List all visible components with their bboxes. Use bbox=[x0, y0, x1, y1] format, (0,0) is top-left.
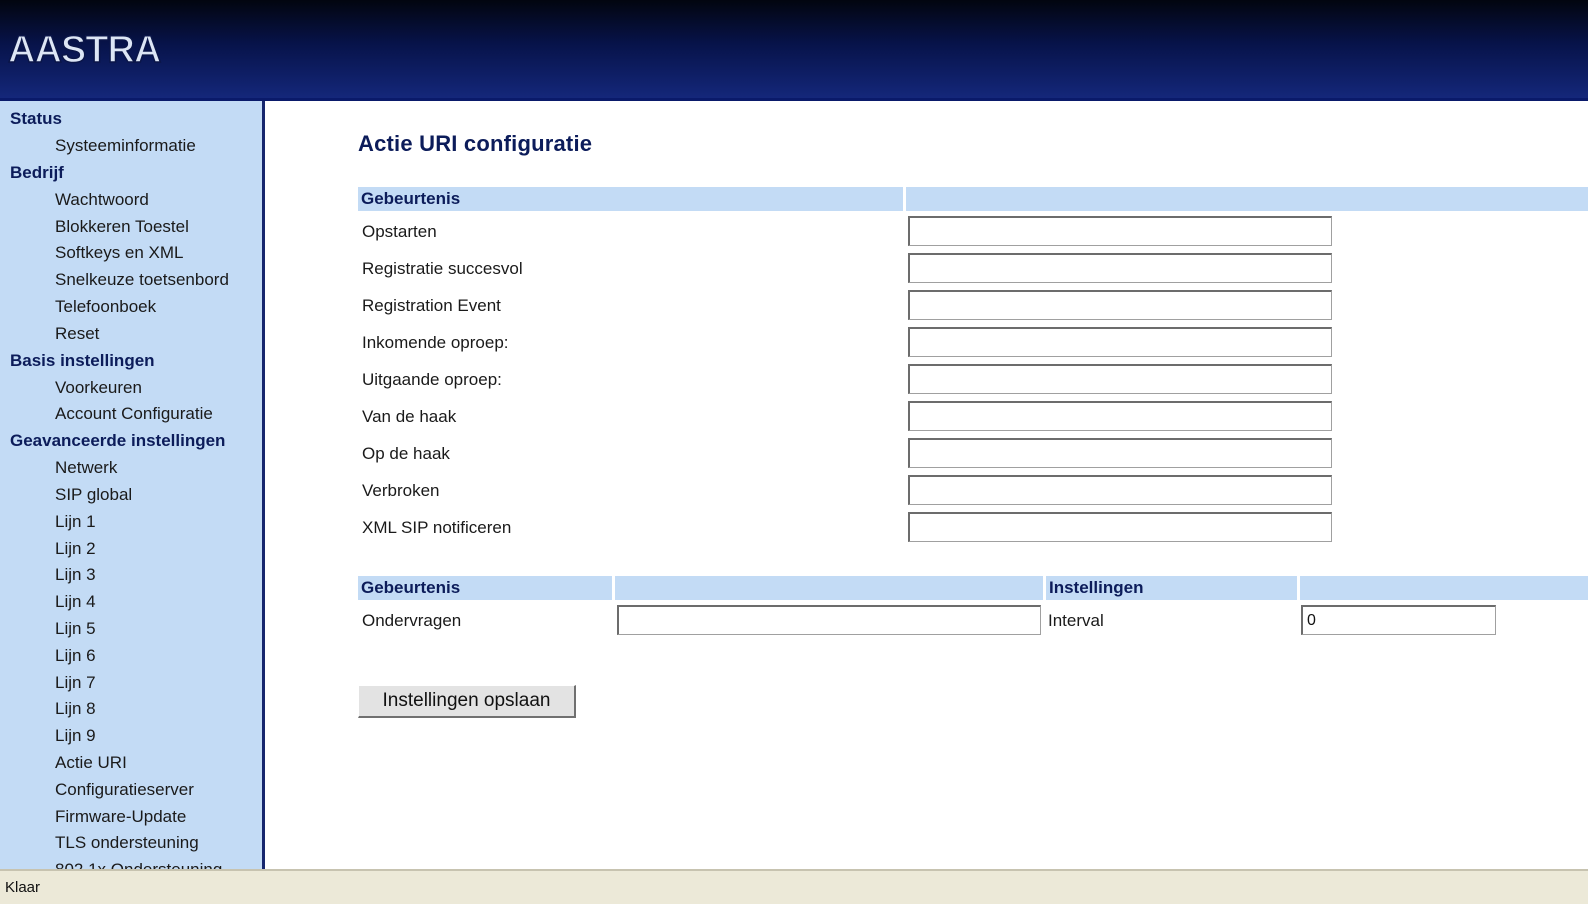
sidebar-item[interactable]: Firmware-Update bbox=[55, 807, 186, 827]
sidebar-item[interactable]: Blokkeren Toestel bbox=[55, 217, 189, 237]
event-row-label: Verbroken bbox=[362, 481, 440, 500]
event-uri-input[interactable] bbox=[908, 475, 1332, 505]
sidebar-item[interactable]: Lijn 5 bbox=[55, 619, 96, 639]
sidebar-item[interactable]: Lijn 1 bbox=[55, 512, 96, 532]
sidebar-item[interactable]: 802.1x Ondersteuning bbox=[55, 860, 222, 869]
events-header-label: Gebeurtenis bbox=[358, 187, 903, 211]
poll-uri-input[interactable] bbox=[617, 605, 1041, 635]
page-title: Actie URI configuratie bbox=[358, 131, 593, 156]
aastra-logo: AASTRA bbox=[7, 28, 162, 70]
sidebar-item[interactable]: Systeeminformatie bbox=[55, 136, 196, 156]
poll-header-event: Gebeurtenis bbox=[358, 576, 612, 600]
sidebar-item[interactable]: Configuratieserver bbox=[55, 780, 194, 800]
svg-text:AASTRA: AASTRA bbox=[8, 29, 161, 70]
event-uri-input[interactable] bbox=[908, 401, 1332, 431]
sidebar-item[interactable]: Account Configuratie bbox=[55, 404, 213, 424]
sidebar-item[interactable]: Wachtwoord bbox=[55, 190, 149, 210]
sidebar-item[interactable]: Lijn 6 bbox=[55, 646, 96, 666]
status-text: Klaar bbox=[5, 879, 41, 896]
sidebar-item[interactable]: Softkeys en XML bbox=[55, 243, 184, 263]
event-row-label: Uitgaande oproep: bbox=[362, 370, 502, 389]
event-uri-input[interactable] bbox=[908, 327, 1332, 357]
event-uri-input[interactable] bbox=[908, 216, 1332, 246]
sidebar-category: Status bbox=[10, 109, 62, 128]
sidebar-category: Geavanceerde instellingen bbox=[10, 431, 226, 451]
event-uri-input[interactable] bbox=[908, 512, 1332, 542]
interval-input[interactable] bbox=[1301, 605, 1496, 635]
event-row-label: XML SIP notificeren bbox=[362, 518, 512, 537]
events-header-value bbox=[906, 187, 1588, 211]
poll-header-value bbox=[1300, 576, 1588, 600]
sidebar-item[interactable]: Lijn 2 bbox=[55, 539, 96, 559]
interval-label: Interval bbox=[1048, 611, 1104, 630]
sidebar-item[interactable]: Lijn 8 bbox=[55, 699, 96, 719]
save-settings-button[interactable]: Instellingen opslaan bbox=[358, 685, 576, 718]
sidebar-item[interactable]: TLS ondersteuning bbox=[55, 833, 199, 853]
sidebar-item[interactable]: Snelkeuze toetsenbord bbox=[55, 270, 229, 290]
event-uri-input[interactable] bbox=[908, 438, 1332, 468]
poll-row-label: Ondervragen bbox=[362, 611, 462, 630]
sidebar-item[interactable]: Lijn 7 bbox=[55, 673, 96, 693]
event-row-label: Van de haak bbox=[362, 407, 457, 426]
event-row-label: Opstarten bbox=[362, 222, 437, 241]
sidebar-item[interactable]: Lijn 4 bbox=[55, 592, 96, 612]
sidebar-category: Basis instellingen bbox=[10, 350, 155, 370]
sidebar-item[interactable]: Telefoonboek bbox=[55, 297, 156, 317]
event-uri-input[interactable] bbox=[908, 364, 1332, 394]
sidebar-item[interactable]: Lijn 9 bbox=[55, 726, 96, 746]
poll-header-uri bbox=[615, 576, 1043, 600]
sidebar-item[interactable]: Actie URI bbox=[55, 753, 127, 773]
status-bar: Klaar bbox=[0, 869, 1588, 904]
sidebar-item[interactable]: Netwerk bbox=[55, 458, 117, 478]
sidebar-item[interactable]: SIP global bbox=[55, 485, 132, 505]
sidebar-item[interactable]: Voorkeuren bbox=[55, 378, 142, 398]
event-row-label: Inkomende oproep: bbox=[362, 333, 509, 352]
sidebar-category: Bedrijf bbox=[10, 162, 64, 182]
page-header: AASTRA bbox=[0, 0, 1588, 101]
event-row-label: Op de haak bbox=[362, 444, 450, 463]
event-uri-input[interactable] bbox=[908, 253, 1332, 283]
main-content: Actie URI configuratie Gebeurtenis Opsta… bbox=[268, 101, 1588, 869]
sidebar-nav: Status Systeeminformatie Bedrijf Wachtwoord… bbox=[0, 101, 265, 869]
event-row-label: Registratie succesvol bbox=[362, 259, 523, 278]
sidebar-item[interactable]: Lijn 3 bbox=[55, 565, 96, 585]
sidebar-item[interactable]: Reset bbox=[55, 324, 99, 344]
poll-header-settings: Instellingen bbox=[1046, 576, 1297, 600]
event-uri-input[interactable] bbox=[908, 290, 1332, 320]
event-row-label: Registration Event bbox=[362, 296, 501, 315]
